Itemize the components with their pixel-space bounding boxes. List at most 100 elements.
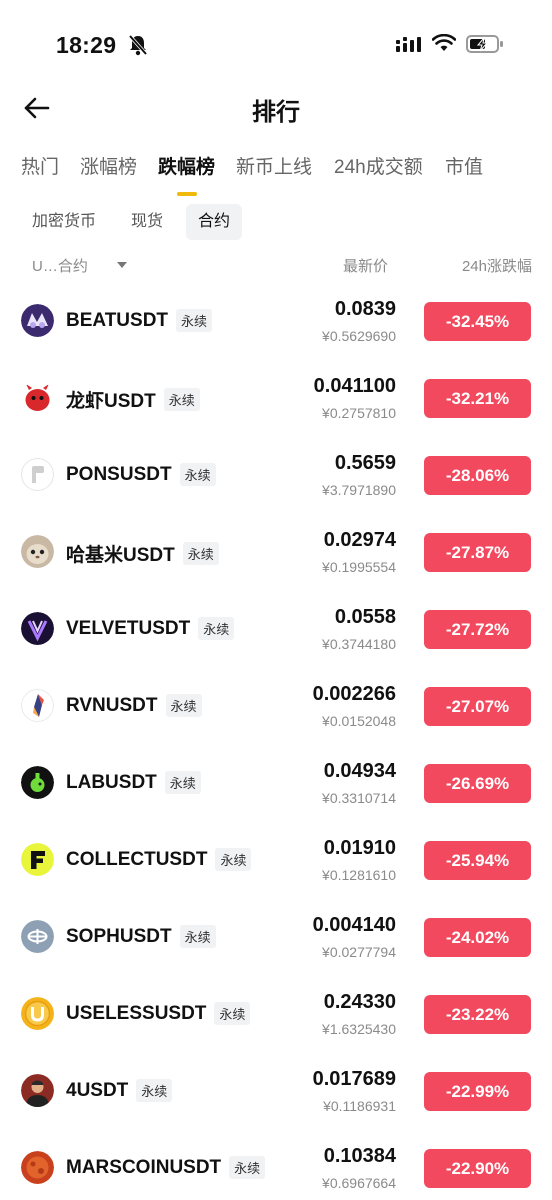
price-column-header[interactable]: 最新价 [343,255,388,276]
last-price: 0.017689 [312,1068,396,1090]
change-badge[interactable]: -24.02% [424,918,531,957]
symbol-name: RVNUSDT [66,694,158,716]
pons-icon [21,458,54,491]
symbol-name: LABUSDT [66,771,157,793]
last-price: 0.004140 [312,914,396,936]
useless-icon [21,997,54,1030]
beat-icon [21,304,54,337]
list-item[interactable]: 4USDT 永续 0.017689 ¥0.1186931 -22.99% [0,1053,552,1130]
symbol-name: COLLECTUSDT [66,848,208,870]
list-item[interactable]: COLLECTUSDT 永续 0.01910 ¥0.1281610 -25.94% [0,822,552,899]
cny-price: ¥0.1281610 [322,867,396,883]
cny-price: ¥0.1995554 [322,559,396,575]
change-badge[interactable]: -28.06% [424,456,531,495]
cny-price: ¥0.6967664 [322,1175,396,1191]
perpetual-badge: 永续 [164,771,201,794]
list-item[interactable]: LABUSDT 永续 0.04934 ¥0.3310714 -26.69% [0,745,552,822]
lab-icon [21,766,54,799]
list-item[interactable]: RVNUSDT 永续 0.002266 ¥0.0152048 -27.07% [0,668,552,745]
list-item[interactable]: VELVETUSDT 永续 0.0558 ¥0.3744180 -27.72% [0,591,552,668]
hachimi-icon [21,535,54,568]
last-price: 0.02974 [323,529,396,551]
change-badge[interactable]: -22.99% [424,1072,531,1111]
perpetual-badge: 永续 [136,1079,173,1102]
perpetual-badge: 永续 [198,617,235,640]
change-badge[interactable]: -32.21% [424,379,531,418]
subtab-spot[interactable]: 现货 [131,204,163,240]
change-badge[interactable]: -27.87% [424,533,531,572]
velvet-icon [21,612,54,645]
change-badge[interactable]: -23.22% [424,995,531,1034]
last-price: 0.01910 [323,837,396,859]
change-badge[interactable]: -27.07% [424,687,531,726]
lobster-icon [21,381,54,414]
cellular-signal-icon [396,37,421,52]
symbol-name: USELESSUSDT [66,1002,207,1024]
subtab-futures[interactable]: 合约 [186,204,243,240]
ranking-tabs: 热门 涨幅榜 跌幅榜 新币上线 24h成交额 市值 [0,152,552,202]
perpetual-badge: 永续 [182,542,219,565]
perpetual-badge: 永续 [179,925,216,948]
rvn-icon [21,689,54,722]
symbol-name: 哈基米USDT [66,545,175,566]
symbol-name: 4USDT [66,1079,129,1101]
four-icon [21,1074,54,1107]
symbol-name: VELVETUSDT [66,617,191,639]
cny-price: ¥0.3310714 [322,790,396,806]
contract-filter[interactable]: U…合约 [32,255,88,276]
collect-icon [21,843,54,876]
list-item[interactable]: MARSCOINUSDT 永续 0.10384 ¥0.6967664 -22.90… [0,1130,552,1200]
bell-muted-icon [128,34,148,56]
list-item[interactable]: 哈基米USDT 永续 0.02974 ¥0.1995554 -27.87% [0,514,552,591]
last-price: 0.10384 [323,1145,396,1167]
cny-price: ¥1.6325430 [322,1021,396,1037]
page-header: 排行 [0,86,552,130]
marscoin-icon [21,1151,54,1184]
change-badge[interactable]: -32.45% [424,302,531,341]
change-badge[interactable]: -26.69% [424,764,531,803]
subtab-crypto[interactable]: 加密货币 [32,204,96,240]
change-badge[interactable]: -22.90% [424,1149,531,1188]
caret-down-icon[interactable] [117,262,127,268]
tab-losers[interactable]: 跌幅榜 [158,152,215,179]
tab-hot[interactable]: 热门 [21,152,59,179]
list-item[interactable]: 龙虾USDT 永续 0.041100 ¥0.2757810 -32.21% [0,360,552,437]
tab-new-listings[interactable]: 新币上线 [236,152,312,179]
last-price: 0.0839 [334,298,396,320]
cny-price: ¥0.3744180 [322,636,396,652]
cny-price: ¥0.0152048 [322,713,396,729]
tab-market-cap[interactable]: 市值 [445,152,483,179]
perpetual-badge: 永续 [165,694,202,717]
last-price: 0.002266 [312,683,396,705]
symbol-name: PONSUSDT [66,463,172,485]
last-price: 0.24330 [323,991,396,1013]
ranking-list: BEATUSDT 永续 0.0839 ¥0.5629690 -32.45% 龙虾U… [0,283,552,1200]
list-item[interactable]: BEATUSDT 永续 0.0839 ¥0.5629690 -32.45% [0,283,552,360]
tab-gainers[interactable]: 涨幅榜 [80,152,137,179]
cny-price: ¥0.5629690 [322,328,396,344]
active-tab-indicator [177,192,197,196]
cny-price: ¥0.0277794 [322,944,396,960]
list-item[interactable]: SOPHUSDT 永续 0.004140 ¥0.0277794 -24.02% [0,899,552,976]
perpetual-badge: 永续 [214,1002,251,1025]
status-bar: 18:29 [0,0,552,90]
cny-price: ¥0.2757810 [322,405,396,421]
tab-24h-volume[interactable]: 24h成交额 [334,152,423,179]
perpetual-badge: 永续 [163,388,200,411]
list-item[interactable]: USELESSUSDT 永续 0.24330 ¥1.6325430 -23.22% [0,976,552,1053]
list-item[interactable]: PONSUSDT 永续 0.5659 ¥3.7971890 -28.06% [0,437,552,514]
column-header: U…合约 最新价 24h涨跌幅 [0,252,552,278]
page-title: 排行 [252,99,300,126]
symbol-name: SOPHUSDT [66,925,172,947]
soph-icon [21,920,54,953]
change-badge[interactable]: -25.94% [424,841,531,880]
change-column-header[interactable]: 24h涨跌幅 [462,255,532,276]
last-price: 0.04934 [323,760,396,782]
wifi-icon [432,34,456,51]
battery-charging-icon [466,35,503,53]
symbol-name: 龙虾USDT [66,391,156,412]
change-badge[interactable]: -27.72% [424,610,531,649]
perpetual-badge: 永续 [229,1156,266,1179]
perpetual-badge: 永续 [179,463,216,486]
cny-price: ¥0.1186931 [323,1098,396,1114]
